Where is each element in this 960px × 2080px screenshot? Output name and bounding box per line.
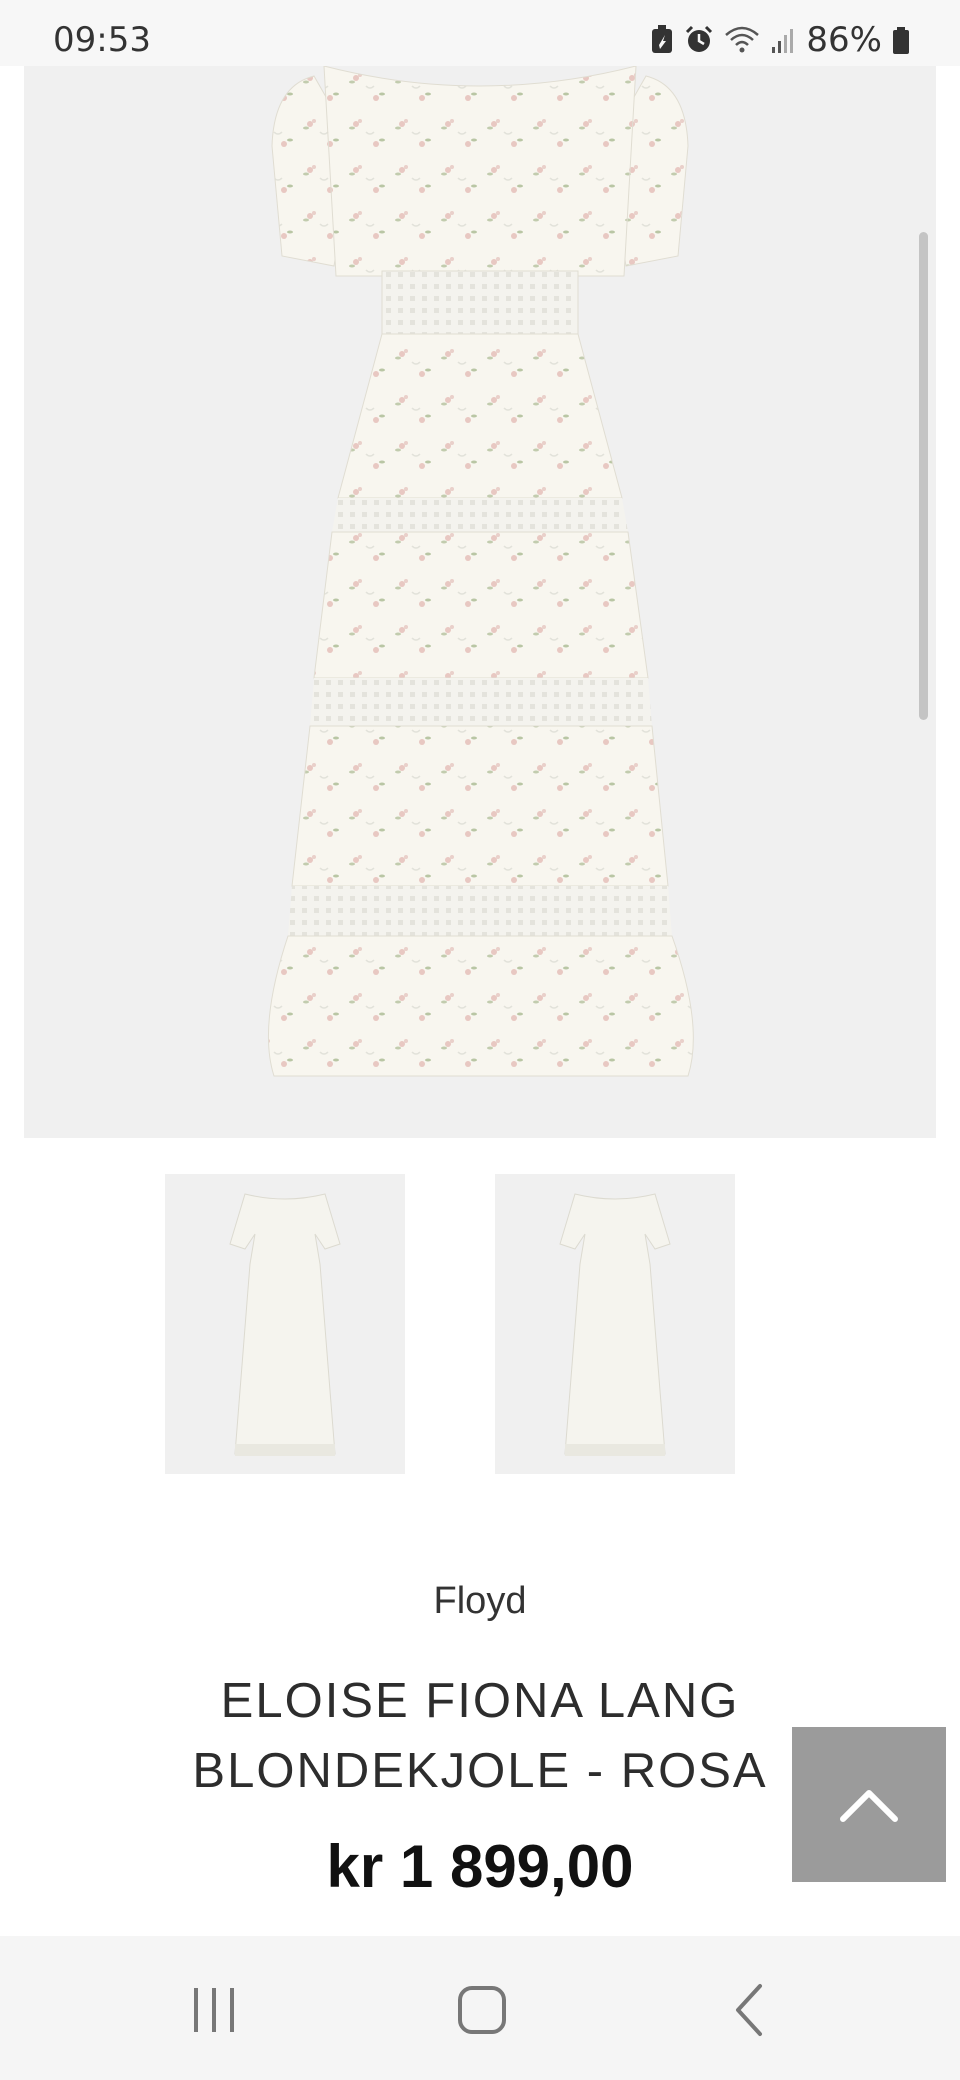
product-page: 09:53 86% Floyd ELOISE FIONA LANG BLONDE…	[0, 0, 960, 2080]
battery-percentage: 86%	[806, 20, 882, 60]
system-navigation-bar	[0, 1936, 960, 2080]
product-title: ELOISE FIONA LANG BLONDEKJOLE - ROSA	[100, 1666, 860, 1806]
battery-saver-icon	[650, 25, 674, 55]
product-thumbnail-back[interactable]	[495, 1174, 735, 1474]
wifi-icon	[724, 25, 760, 55]
status-icons: 86%	[650, 20, 910, 60]
back-icon	[736, 1984, 762, 2036]
home-icon	[458, 1986, 506, 2034]
back-button[interactable]	[700, 1968, 800, 2048]
status-bar: 09:53 86%	[0, 0, 960, 66]
home-button[interactable]	[432, 1968, 532, 2048]
recents-button[interactable]	[164, 1968, 264, 2048]
chevron-up-icon	[840, 1790, 898, 1822]
dress-illustration	[267, 66, 694, 1077]
status-time: 09:53	[53, 20, 151, 60]
alarm-icon	[684, 25, 714, 55]
product-title-line-2: BLONDEKJOLE - ROSA	[192, 1744, 768, 1798]
image-scrollbar[interactable]	[919, 232, 928, 720]
product-main-image[interactable]	[24, 66, 936, 1138]
recents-icon	[194, 1988, 234, 2032]
battery-icon	[892, 25, 910, 55]
signal-icon	[770, 25, 796, 55]
dress-thumbnail-front	[229, 1193, 341, 1456]
product-title-line-1: ELOISE FIONA LANG	[220, 1674, 740, 1728]
dress-thumbnail-back	[559, 1193, 671, 1456]
scroll-to-top-button[interactable]	[792, 1727, 946, 1882]
product-brand[interactable]: Floyd	[0, 1580, 960, 1623]
product-thumbnail-front[interactable]	[165, 1174, 405, 1474]
